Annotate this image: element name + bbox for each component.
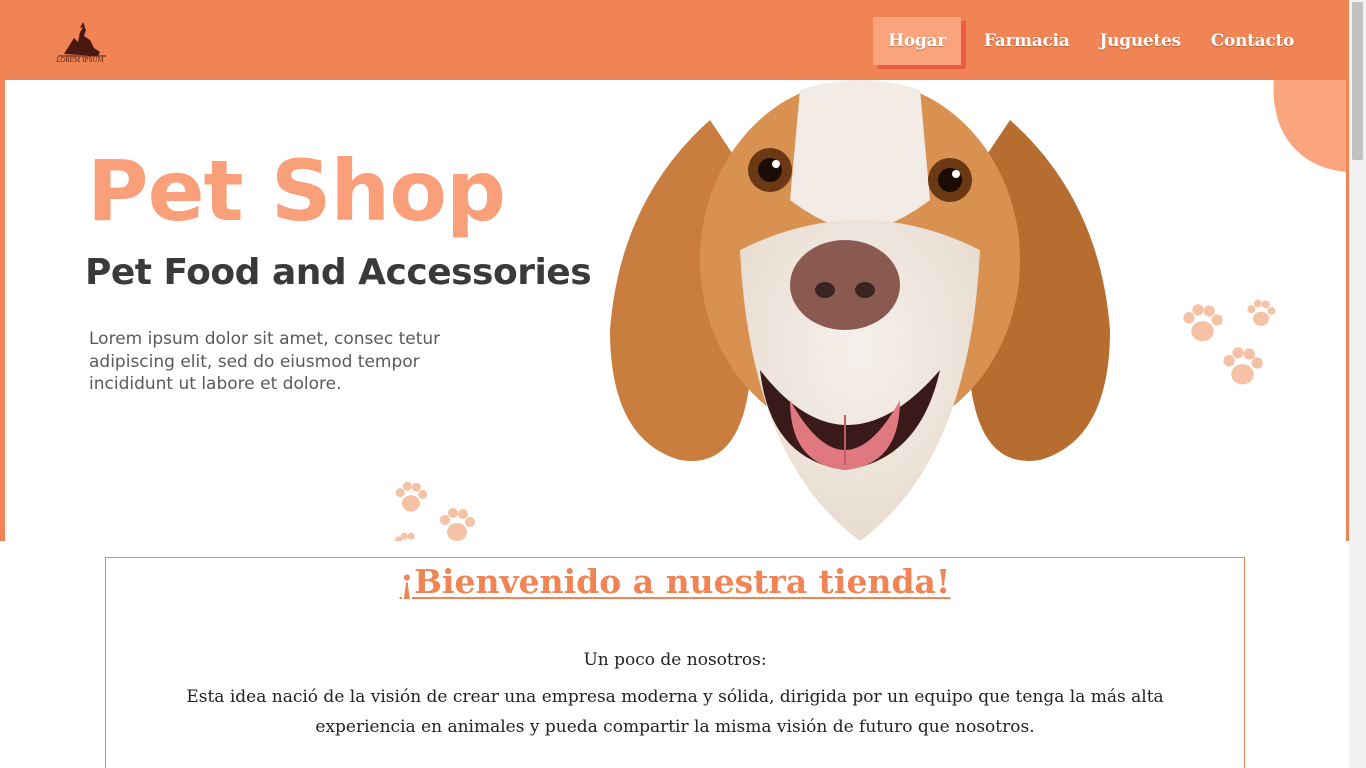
paw-print-icon <box>395 481 428 512</box>
site-header: LOREM IPSUM Hogar Farmacia Juguetes Cont… <box>0 0 1349 80</box>
hero-subtitle: Pet Food and Accessories <box>85 252 592 293</box>
logo-text: LOREM IPSUM <box>56 57 104 64</box>
scrollbar-thumb[interactable] <box>1352 2 1363 160</box>
page-scrollbar[interactable] <box>1349 0 1366 768</box>
hero-title: Pet Shop <box>87 142 506 240</box>
nav-item-hogar[interactable]: Hogar <box>873 17 961 65</box>
welcome-section: ¡Bienvenido a nuestra tienda! Un poco de… <box>105 557 1245 768</box>
paw-print-icon <box>440 508 475 541</box>
nav-item-contacto[interactable]: Contacto <box>1196 17 1309 65</box>
logo-icon[interactable]: LOREM IPSUM <box>50 18 110 64</box>
paw-print-icon <box>1183 304 1223 342</box>
about-body: Esta idea nació de la visión de crear un… <box>186 687 1164 737</box>
nav-item-farmacia[interactable]: Farmacia <box>969 17 1085 65</box>
paw-print-icon <box>1223 347 1263 385</box>
hero-description: Lorem ipsum dolor sit amet, consec tetur… <box>89 329 441 394</box>
paw-print-icon <box>1247 299 1276 326</box>
main-nav: Hogar Farmacia Juguetes Contacto <box>873 17 1309 65</box>
nav-item-juguetes[interactable]: Juguetes <box>1084 17 1195 65</box>
decorative-blob <box>1273 80 1346 172</box>
hero-banner: Pet Shop Pet Food and Accessories Lorem … <box>5 80 1346 541</box>
dog-image <box>610 80 1110 541</box>
welcome-title[interactable]: ¡Bienvenido a nuestra tienda! <box>106 562 1244 601</box>
paw-print-icon <box>395 532 415 541</box>
about-heading: Un poco de nosotros: <box>583 650 767 670</box>
